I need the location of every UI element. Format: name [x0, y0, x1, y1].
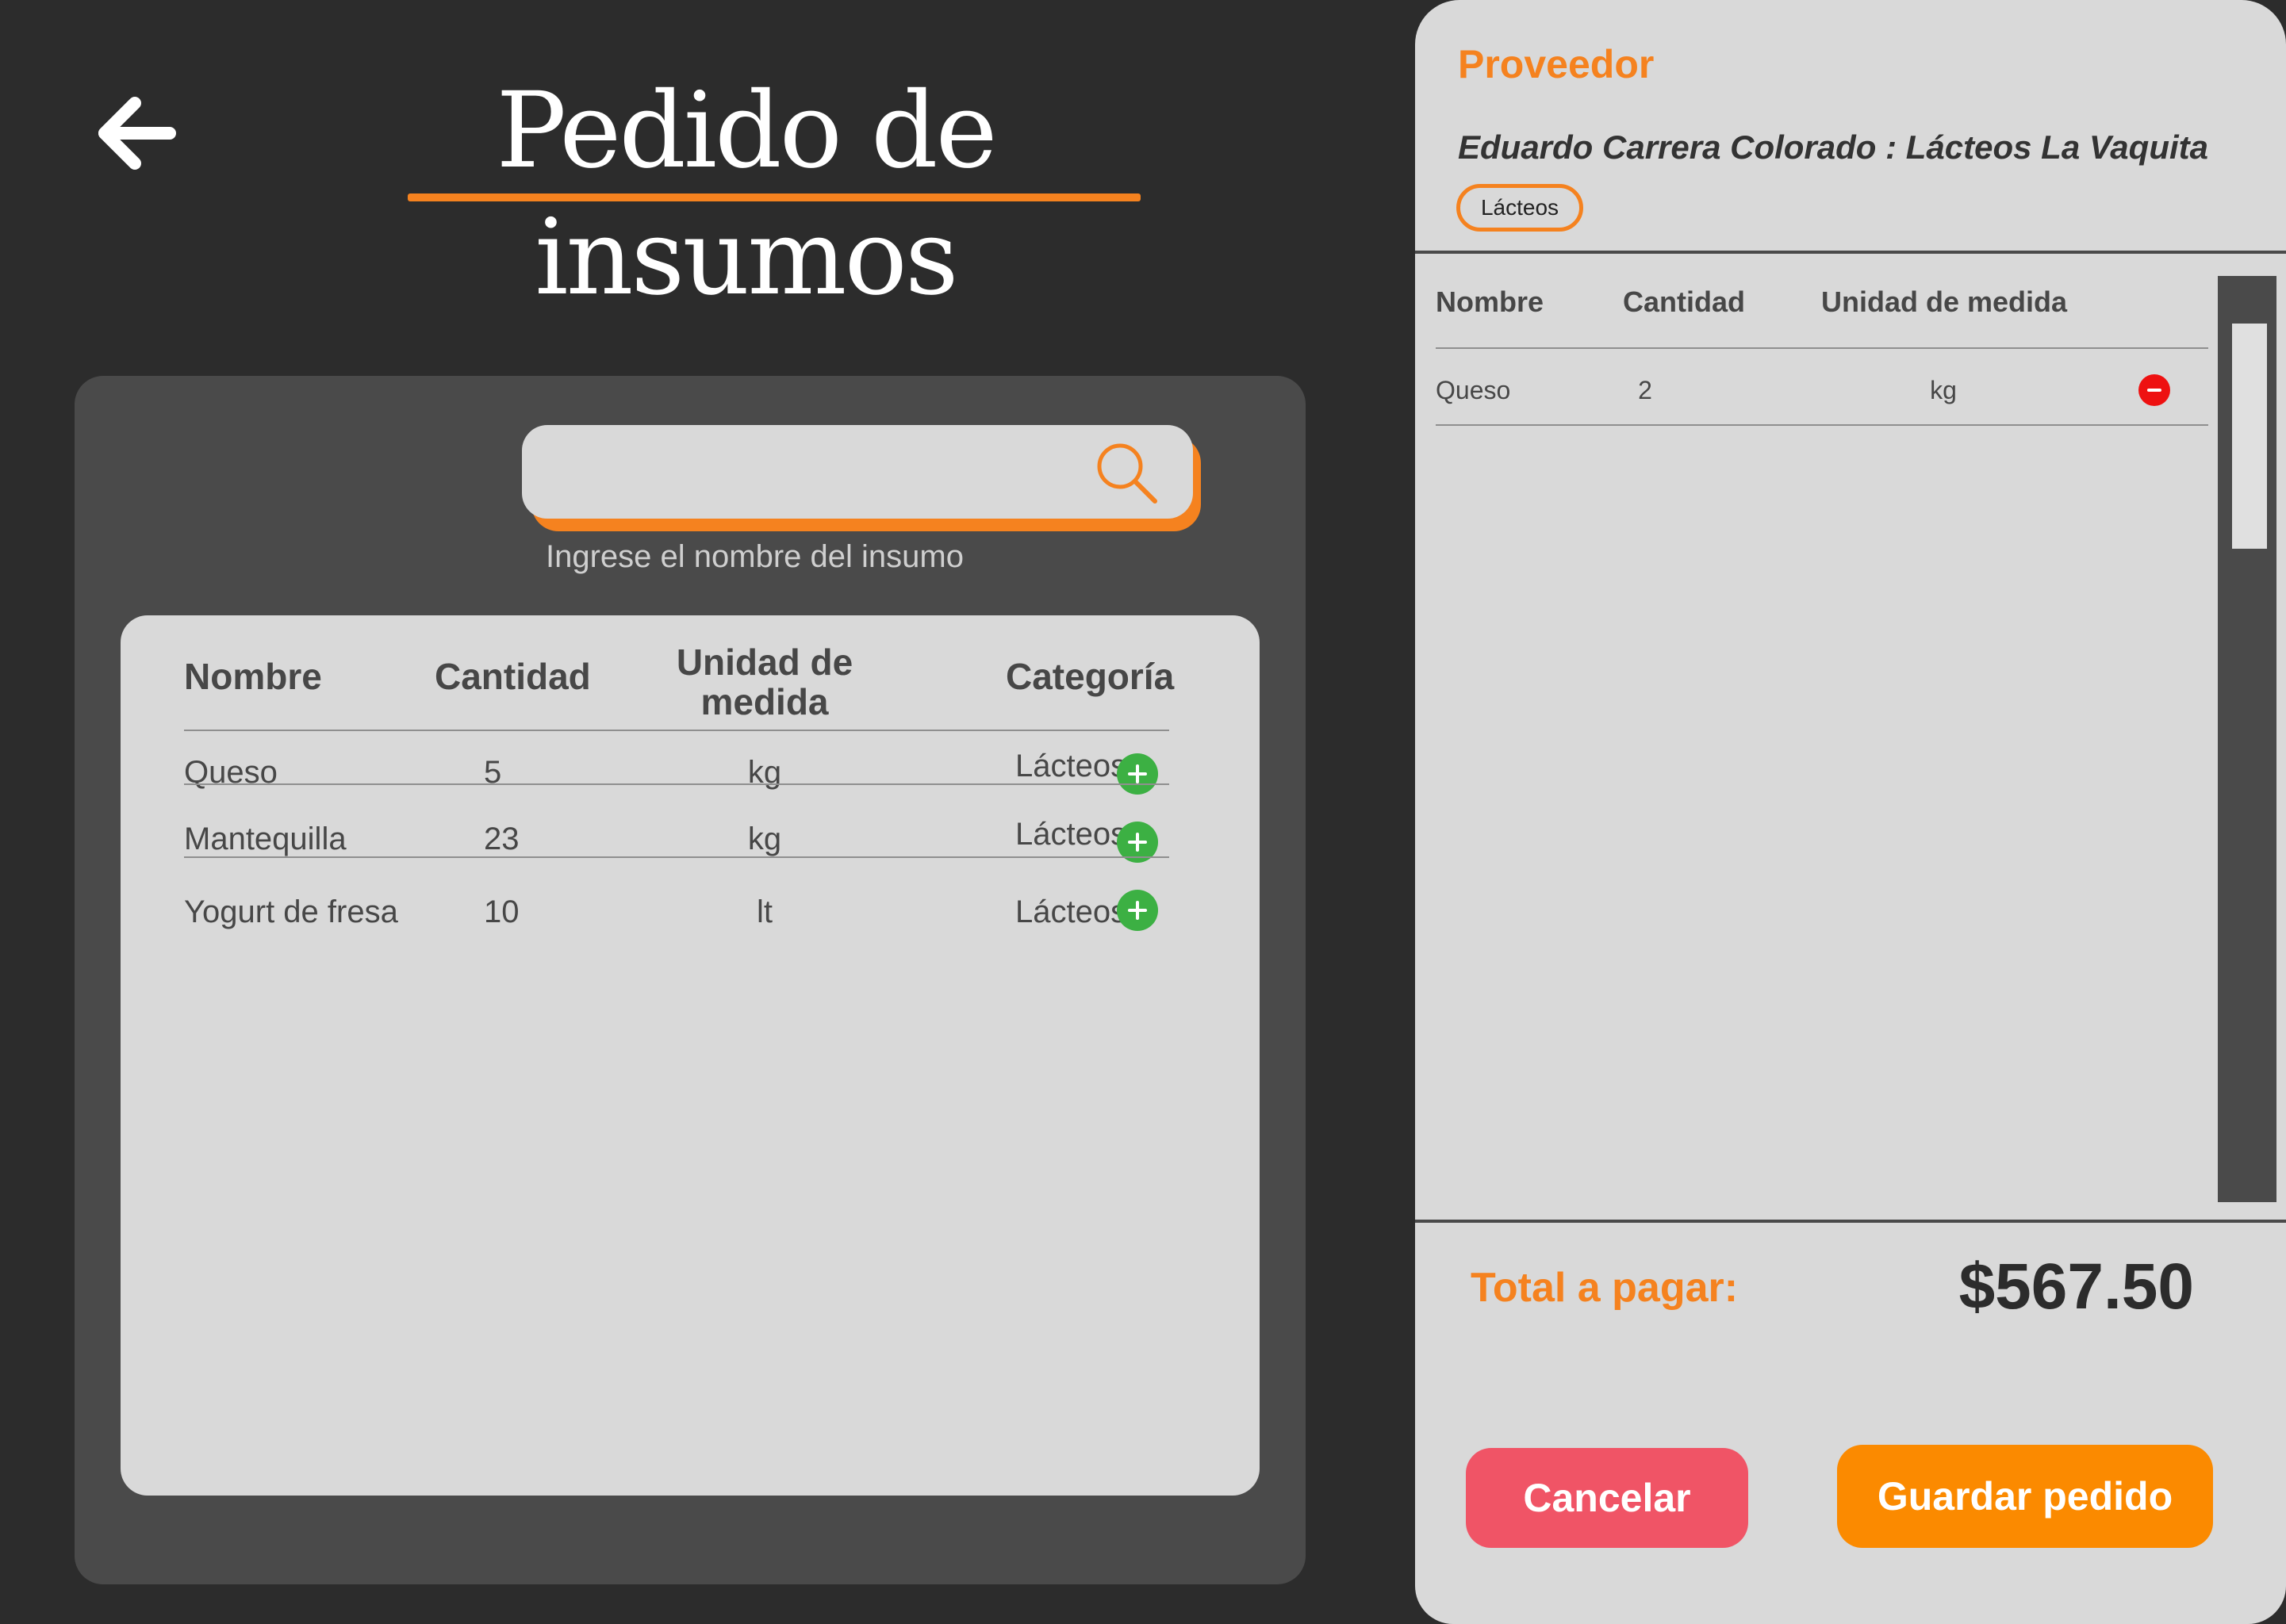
add-item-button[interactable] [1117, 890, 1158, 931]
cell-nombre: Yogurt de fresa [184, 894, 398, 929]
provider-category-badge: Lácteos [1456, 184, 1583, 232]
scrollbar-thumb[interactable] [2232, 324, 2267, 549]
column-header-unidad: Unidad de medida [660, 642, 869, 722]
order-panel: Proveedor Eduardo Carrera Colorado : Lác… [1415, 0, 2286, 1624]
cell-nombre: Queso [184, 755, 278, 790]
column-header-cantidad: Cantidad [435, 656, 591, 697]
search-icon[interactable] [1091, 438, 1163, 509]
search-box [522, 425, 1193, 519]
cell-cantidad: 5 [484, 755, 502, 790]
panel-divider [1415, 251, 2286, 254]
remove-item-button[interactable] [2138, 374, 2170, 406]
order-table-divider [1436, 347, 2208, 349]
search-bar [522, 425, 1201, 531]
cell-nombre: Mantequilla [184, 822, 347, 856]
search-input[interactable] [546, 433, 1085, 509]
order-table-divider [1436, 424, 2208, 426]
cell-unidad: lt [757, 894, 773, 929]
order-cell-nombre: Queso [1436, 376, 1511, 404]
title-underline [408, 193, 1141, 201]
table-divider [184, 856, 1169, 858]
inventory-table: Nombre Cantidad Unidad de medida Categor… [121, 615, 1260, 1496]
total-value: $567.50 [1958, 1251, 2194, 1323]
cancel-button[interactable]: Cancelar [1466, 1448, 1748, 1548]
order-cell-unidad: kg [1930, 376, 1957, 404]
order-header-unidad: Unidad de medida [1821, 285, 2068, 318]
inventory-panel: Ingrese el nombre del insumo Nombre Cant… [75, 376, 1306, 1584]
column-header-unidad-line2: medida [700, 681, 829, 722]
panel-divider [1415, 1220, 2286, 1223]
table-divider [184, 783, 1169, 785]
cell-categoria: Lácteos [1015, 817, 1127, 852]
column-header-categoria: Categoría [1006, 656, 1175, 697]
order-header-cantidad: Cantidad [1623, 285, 1746, 318]
search-hint: Ingrese el nombre del insumo [546, 539, 964, 574]
cell-categoria: Lácteos [1015, 894, 1127, 929]
table-divider [184, 730, 1169, 731]
back-arrow-icon[interactable] [94, 94, 181, 173]
add-item-button[interactable] [1117, 753, 1158, 795]
provider-label: Proveedor [1458, 42, 1655, 86]
column-header-unidad-line1: Unidad de [676, 642, 853, 683]
total-label: Total a pagar: [1471, 1265, 1739, 1311]
cell-categoria: Lácteos [1015, 749, 1127, 783]
cell-unidad: kg [747, 755, 782, 790]
order-cell-cantidad: 2 [1638, 376, 1652, 404]
column-header-nombre: Nombre [184, 656, 322, 697]
cell-cantidad: 10 [484, 894, 520, 929]
provider-name: Eduardo Carrera Colorado : Lácteos La Va… [1458, 128, 2208, 166]
order-header-nombre: Nombre [1436, 285, 1544, 318]
cell-unidad: kg [747, 822, 782, 856]
save-order-button[interactable]: Guardar pedido [1837, 1445, 2213, 1548]
cell-cantidad: 23 [484, 822, 520, 856]
